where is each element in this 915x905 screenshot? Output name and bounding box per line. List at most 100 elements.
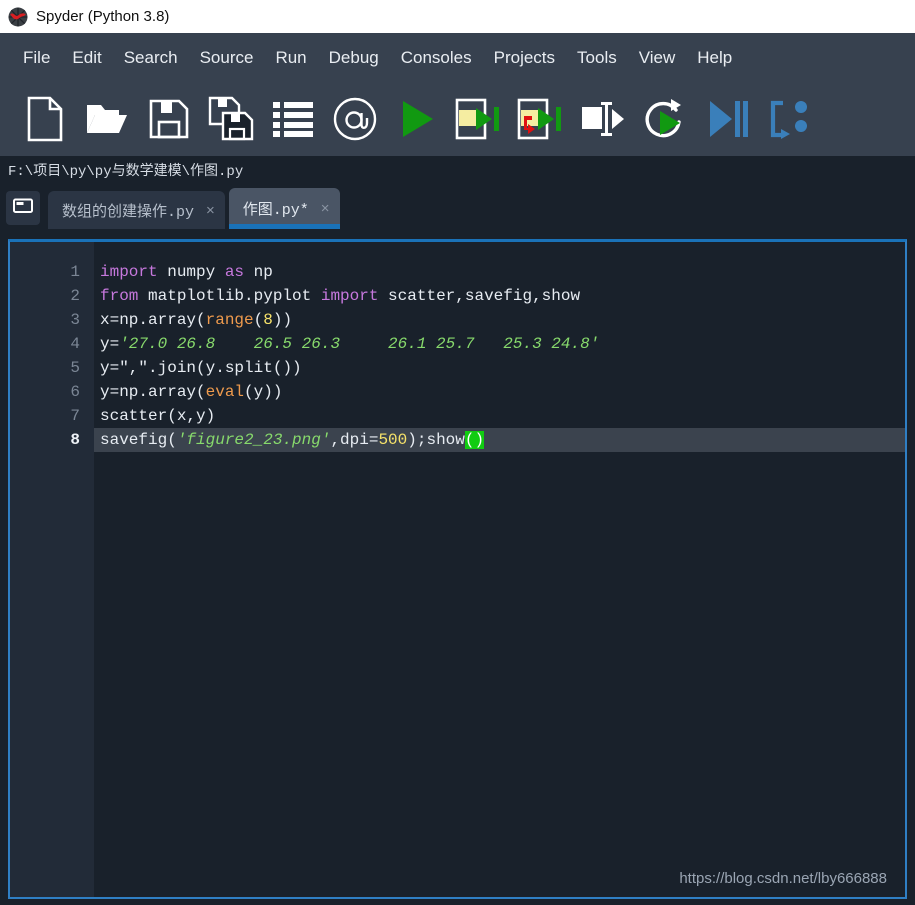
code-token: y= [100,335,120,353]
watermark-text: https://blog.csdn.net/lby666888 [679,870,887,887]
debug-file-button[interactable] [696,91,758,147]
close-icon[interactable]: × [321,201,330,216]
menu-item-tools[interactable]: Tools [566,44,628,72]
folder-icon [13,197,33,219]
save-all-button[interactable] [200,91,262,147]
menu-item-source[interactable]: Source [189,44,265,72]
debug-file-icon [705,97,749,141]
menu-item-debug[interactable]: Debug [318,44,390,72]
code-token: y=np.array( [100,383,206,401]
code-line[interactable]: import numpy as np [94,260,905,284]
rerun-file-icon [642,96,688,142]
code-editor[interactable]: 1 2 3 4 5 6 7 8 import numpy as np from … [10,242,905,897]
open-file-icon [85,99,129,139]
configure-run-button[interactable] [758,91,820,147]
run-selection-button[interactable] [572,91,634,147]
code-token: 'figure2_23.png' [176,431,331,449]
code-token: y= [100,359,120,377]
editor-tab-plot[interactable]: 作图.py* × [228,188,340,229]
close-icon[interactable]: × [206,203,215,218]
menu-item-projects[interactable]: Projects [483,44,566,72]
run-cell-button[interactable] [448,91,510,147]
code-line[interactable]: y='27.0 26.8 26.5 26.3 26.1 25.7 25.3 24… [94,332,905,356]
tab-label: 数组的创建操作.py [62,203,195,221]
code-line[interactable]: from matplotlib.pyplot import scatter,sa… [94,284,905,308]
code-token: scatter,savefig,show [378,287,581,305]
file-switcher-button[interactable] [262,91,324,147]
code-token: from [100,287,139,305]
new-file-button[interactable] [14,91,76,147]
code-token: ( [253,311,264,329]
configure-run-icon [767,98,811,140]
code-token: eval [205,383,245,401]
code-token: savefig( [100,431,177,449]
save-file-button[interactable] [138,91,200,147]
new-file-icon [25,96,65,142]
code-token: .join(y.split()) [148,359,302,377]
code-token: x=np.array( [100,311,206,329]
open-file-button[interactable] [76,91,138,147]
menu-item-search[interactable]: Search [113,44,189,72]
code-token: range [205,311,254,329]
code-editor-panel[interactable]: 1 2 3 4 5 6 7 8 import numpy as np from … [8,239,907,899]
code-text-area[interactable]: import numpy as np from matplotlib.pyplo… [94,242,905,897]
line-number: 7 [70,407,80,425]
code-token: matplotlib.pyplot [138,287,321,305]
file-path: F:\项目\py\py与数学建模\作图.py [8,164,244,180]
find-symbol-icon [332,96,378,142]
save-file-icon [148,98,190,140]
file-switcher-icon [271,100,315,138]
editor-tab-bar: 数组的创建操作.py × 作图.py* × [0,184,915,229]
code-line[interactable]: scatter(x,y) [94,404,905,428]
menu-item-view[interactable]: View [628,44,687,72]
code-token: np [244,263,273,281]
code-token: import [320,287,379,305]
code-token: 8 [263,311,273,329]
menu-item-consoles[interactable]: Consoles [390,44,483,72]
code-token: 500 [378,431,408,449]
menu-bar: File Edit Search Source Run Debug Consol… [0,33,915,82]
editor-tab-array-ops[interactable]: 数组的创建操作.py × [48,191,225,229]
line-number: 6 [70,383,80,401]
code-token: numpy [157,263,225,281]
file-path-bar: F:\项目\py\py与数学建模\作图.py [0,156,915,184]
code-line[interactable]: y=",".join(y.split()) [94,356,905,380]
code-token: () [464,431,485,449]
code-token: )) [272,311,293,329]
save-all-icon [208,96,254,142]
run-cell-advance-icon [516,96,566,142]
line-number: 8 [70,431,80,449]
spyder-logo-icon [7,6,29,28]
line-number: 3 [70,311,80,329]
code-line[interactable]: y=np.array(eval(y)) [94,380,905,404]
code-token: (y)) [244,383,283,401]
code-line[interactable]: x=np.array(range(8)) [94,308,905,332]
menu-item-edit[interactable]: Edit [61,44,112,72]
code-token: ,dpi= [330,431,379,449]
line-number: 4 [70,335,80,353]
run-cell-icon [454,96,504,142]
code-token: '27.0 26.8 26.5 26.3 26.1 25.7 25.3 24.8… [119,335,600,353]
tab-label: 作图.py* [242,202,309,219]
find-symbol-button[interactable] [324,91,386,147]
menu-item-help[interactable]: Help [686,44,743,72]
code-token: scatter(x,y) [100,407,216,425]
line-number: 2 [70,287,80,305]
code-token: "," [119,359,149,377]
window-title: Spyder (Python 3.8) [36,8,170,25]
run-file-button[interactable] [386,91,448,147]
menu-item-run[interactable]: Run [264,44,317,72]
code-line[interactable]: savefig('figure2_23.png',dpi=500);show() [94,428,905,452]
run-file-icon [397,98,437,140]
rerun-file-button[interactable] [634,91,696,147]
code-token: as [224,263,245,281]
code-token: import [100,263,158,281]
run-selection-icon [579,98,627,140]
run-cell-advance-button[interactable] [510,91,572,147]
browse-tabs-button[interactable] [6,191,40,225]
code-token: );show [407,431,465,449]
main-toolbar [0,82,915,156]
line-number-gutter: 1 2 3 4 5 6 7 8 [10,242,94,897]
line-number: 1 [70,263,80,281]
menu-item-file[interactable]: File [12,44,61,72]
